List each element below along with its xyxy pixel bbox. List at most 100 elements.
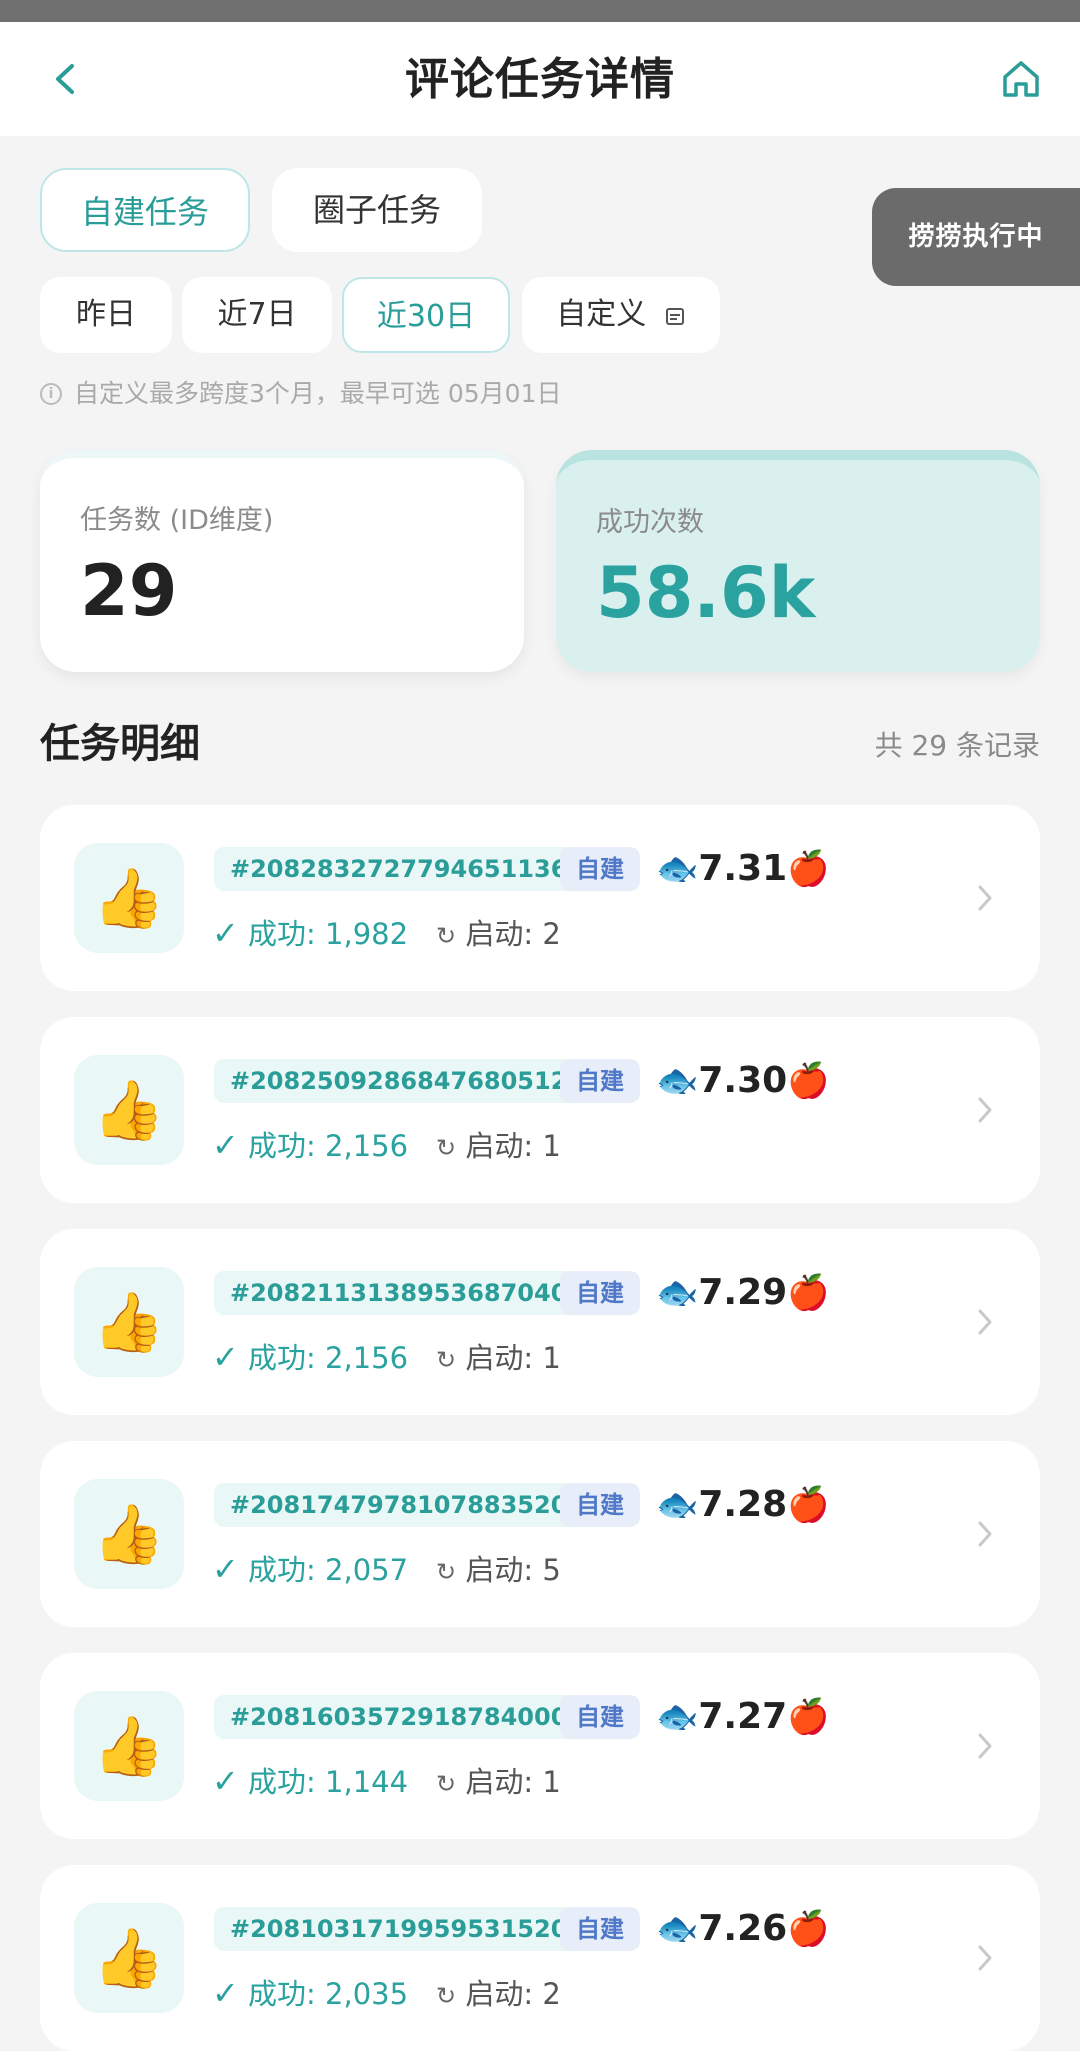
task-card[interactable]: 👍 #2081603572918784000 自建 🐟7.27🍎 ✓ 成功: 1… — [40, 1653, 1040, 1839]
task-id: #2081031719959531520 — [214, 1907, 584, 1951]
task-card[interactable]: 👍 #2082509286847680512 自建 🐟7.30🍎 ✓ 成功: 2… — [40, 1017, 1040, 1203]
task-card[interactable]: 👍 #2082832727794651136 自建 🐟7.31🍎 ✓ 成功: 1… — [40, 805, 1040, 991]
apple-icon: 🍎 — [787, 849, 830, 889]
task-meta: ✓ 成功: 2,156 ↻ 启动: 1 — [212, 1121, 561, 1172]
header: 评论任务详情 — [0, 22, 1080, 136]
tab-circle[interactable]: 圈子任务 — [272, 168, 482, 252]
section-title: 任务明细 — [40, 721, 200, 767]
chevron-right-icon — [978, 1097, 992, 1123]
task-tag: 自建 — [560, 1271, 640, 1315]
date-range-hint: i 自定义最多跨度3个月，最早可选 05月01日 — [40, 374, 561, 414]
stat-card-task-count: 任务数 (ID维度) 29 — [40, 450, 524, 672]
task-name-text: 7.31 — [698, 848, 788, 889]
tab-self-built[interactable]: 自建任务 — [40, 168, 250, 252]
fish-icon: 🐟 — [656, 1061, 699, 1101]
task-meta: ✓ 成功: 1,144 ↻ 启动: 1 — [212, 1757, 561, 1808]
record-count: 共 29 条记录 — [874, 729, 1040, 762]
task-name-text: 7.27 — [698, 1696, 788, 1737]
home-icon — [1003, 61, 1039, 97]
launch-count: 启动: 5 — [465, 1553, 561, 1587]
task-name: 🐟7.30🍎 — [656, 1053, 830, 1109]
check-icon: ✓ — [212, 1974, 239, 2012]
check-icon: ✓ — [212, 1338, 239, 1376]
task-card[interactable]: 👍 #2081747978107883520 自建 🐟7.28🍎 ✓ 成功: 2… — [40, 1441, 1040, 1627]
custom-label: 自定义 — [556, 297, 647, 332]
check-icon: ✓ — [212, 1550, 239, 1588]
date-tab-custom[interactable]: 自定义 — [522, 277, 720, 353]
task-name: 🐟7.28🍎 — [656, 1477, 830, 1533]
success-count: 成功: 1,144 — [248, 1765, 409, 1799]
thumbs-up-icon: 👍 — [74, 843, 184, 953]
chevron-right-icon — [978, 1733, 992, 1759]
check-icon: ✓ — [212, 914, 239, 952]
fish-icon: 🐟 — [656, 1485, 699, 1525]
check-icon: ✓ — [212, 1762, 239, 1800]
task-name: 🐟7.27🍎 — [656, 1689, 830, 1745]
check-icon: ✓ — [212, 1126, 239, 1164]
stat-value: 58.6k — [596, 552, 816, 634]
fish-icon: 🐟 — [656, 1697, 699, 1737]
refresh-icon: ↻ — [436, 1558, 457, 1586]
stat-value: 29 — [80, 550, 178, 632]
thumbs-up-icon: 👍 — [74, 1055, 184, 1165]
task-tag: 自建 — [560, 847, 640, 891]
status-bar — [0, 0, 1080, 22]
task-id: #2082509286847680512 — [214, 1059, 584, 1103]
date-tab-30days[interactable]: 近30日 — [342, 277, 510, 353]
hint-text: 自定义最多跨度3个月，最早可选 05月01日 — [74, 379, 562, 408]
thumbs-up-icon: 👍 — [74, 1479, 184, 1589]
task-tag: 自建 — [560, 1695, 640, 1739]
chevron-right-icon — [978, 1945, 992, 1971]
task-meta: ✓ 成功: 2,035 ↻ 启动: 2 — [212, 1969, 561, 2020]
date-tab-7days[interactable]: 近7日 — [182, 277, 332, 353]
apple-icon: 🍎 — [787, 1909, 830, 1949]
task-tag: 自建 — [560, 1907, 640, 1951]
task-meta: ✓ 成功: 1,982 ↻ 启动: 2 — [212, 909, 561, 960]
date-tab-yesterday[interactable]: 昨日 — [40, 277, 172, 353]
task-id: #2082113138953687040 — [214, 1271, 584, 1315]
apple-icon: 🍎 — [787, 1697, 830, 1737]
stat-label: 成功次数 — [596, 507, 704, 538]
task-name-text: 7.28 — [698, 1484, 788, 1525]
thumbs-up-icon: 👍 — [74, 1903, 184, 2013]
apple-icon: 🍎 — [787, 1485, 830, 1525]
apple-icon: 🍎 — [787, 1061, 830, 1101]
running-status-badge[interactable]: 捞捞执行中 — [872, 188, 1080, 286]
refresh-icon: ↻ — [436, 922, 457, 950]
launch-count: 启动: 1 — [465, 1129, 561, 1163]
task-id: #2081603572918784000 — [214, 1695, 584, 1739]
refresh-icon: ↻ — [436, 1982, 457, 2010]
task-meta: ✓ 成功: 2,057 ↻ 启动: 5 — [212, 1545, 561, 1596]
refresh-icon: ↻ — [436, 1346, 457, 1374]
success-count: 成功: 2,156 — [248, 1129, 409, 1163]
success-count: 成功: 2,035 — [248, 1977, 409, 2011]
refresh-icon: ↻ — [436, 1134, 457, 1162]
info-icon: i — [40, 383, 62, 405]
home-button[interactable] — [996, 54, 1046, 104]
task-name-text: 7.26 — [698, 1908, 788, 1949]
stat-card-success-count: 成功次数 58.6k — [556, 450, 1040, 672]
task-tag: 自建 — [560, 1059, 640, 1103]
launch-count: 启动: 2 — [465, 917, 561, 951]
success-count: 成功: 2,156 — [248, 1341, 409, 1375]
stat-label: 任务数 (ID维度) — [80, 505, 274, 536]
task-name: 🐟7.26🍎 — [656, 1901, 830, 1957]
thumbs-up-icon: 👍 — [74, 1267, 184, 1377]
success-count: 成功: 1,982 — [248, 917, 409, 951]
page-title: 评论任务详情 — [405, 54, 675, 105]
task-card[interactable]: 👍 #2081031719959531520 自建 🐟7.26🍎 ✓ 成功: 2… — [40, 1865, 1040, 2051]
chevron-right-icon — [978, 1309, 992, 1335]
chevron-right-icon — [978, 1521, 992, 1547]
task-name-text: 7.29 — [698, 1272, 788, 1313]
task-id: #2081747978107883520 — [214, 1483, 584, 1527]
task-card[interactable]: 👍 #2082113138953687040 自建 🐟7.29🍎 ✓ 成功: 2… — [40, 1229, 1040, 1415]
thumbs-up-icon: 👍 — [74, 1691, 184, 1801]
launch-count: 启动: 1 — [465, 1765, 561, 1799]
task-name: 🐟7.29🍎 — [656, 1265, 830, 1321]
launch-count: 启动: 2 — [465, 1977, 561, 2011]
apple-icon: 🍎 — [787, 1273, 830, 1313]
task-id: #2082832727794651136 — [214, 847, 584, 891]
task-meta: ✓ 成功: 2,156 ↻ 启动: 1 — [212, 1333, 561, 1384]
fish-icon: 🐟 — [656, 849, 699, 889]
task-tag: 自建 — [560, 1483, 640, 1527]
